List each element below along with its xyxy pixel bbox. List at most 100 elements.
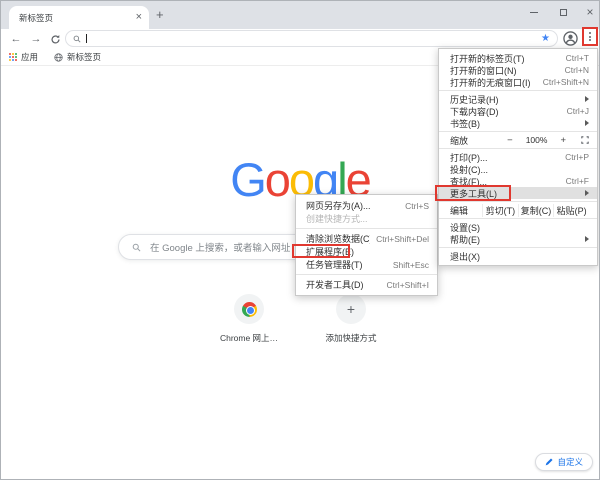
menu-item-label: 书签(B) <box>450 118 480 129</box>
shortcut-label: Chrome 网上… <box>219 333 279 343</box>
menu-item-shortcut: Ctrl+J <box>566 106 589 116</box>
submenu-arrow-icon <box>585 236 589 242</box>
menu-item-new-tab[interactable]: 打开新的标签页(T) Ctrl+T <box>439 52 597 64</box>
menu-item-label: 更多工具(L) <box>450 188 497 199</box>
submenu-arrow-icon <box>585 190 589 196</box>
menu-item-label: 网页另存为(A)... <box>306 201 371 211</box>
logo-letter: G <box>230 153 267 206</box>
forward-button[interactable]: → <box>29 32 43 46</box>
menu-separator <box>439 90 597 91</box>
menu-item-task-manager[interactable]: 任务管理器(T) Shift+Esc <box>296 258 437 271</box>
menu-item-new-incognito-window[interactable]: 打开新的无痕窗口(I) Ctrl+Shift+N <box>439 76 597 88</box>
copy-button[interactable]: 复制(C) <box>517 203 554 217</box>
browser-window: 新标签页 × + × ← → ★ 应用 新标签页 Google 在 Google… <box>0 0 600 480</box>
menu-item-label: 创建快捷方式... <box>306 214 368 224</box>
tab-new-tab-page[interactable]: 新标签页 × <box>9 6 149 29</box>
back-button[interactable]: ← <box>9 32 23 46</box>
edit-label: 编辑 <box>450 205 469 216</box>
paste-button[interactable]: 粘贴(P) <box>553 203 589 217</box>
minimize-button[interactable] <box>521 1 547 23</box>
apps-grid-icon <box>9 53 17 61</box>
menu-item-extensions[interactable]: 扩展程序(E) <box>292 244 437 258</box>
menu-item-edit[interactable]: 编辑 剪切(T) 复制(C) 粘贴(P) <box>439 203 597 217</box>
menu-item-print[interactable]: 打印(P)... Ctrl+P <box>439 151 597 163</box>
chrome-icon <box>241 301 257 317</box>
menu-item-shortcut: Ctrl+Shift+I <box>386 279 429 290</box>
menu-separator <box>296 274 437 275</box>
menu-item-history[interactable]: 历史记录(H) <box>439 93 597 105</box>
menu-item-shortcut: Ctrl+N <box>564 65 589 75</box>
menu-item-shortcut: Ctrl+Shift+N <box>542 77 589 87</box>
menu-item-shortcut: Ctrl+T <box>565 53 589 63</box>
avatar-icon <box>563 31 578 46</box>
menu-item-more-tools[interactable]: 更多工具(L) <box>435 185 597 201</box>
menu-item-label: 扩展程序(E) <box>306 247 354 257</box>
menu-item-label: 清除浏览数据(C)... <box>306 234 370 244</box>
maximize-button[interactable] <box>550 1 576 23</box>
menu-item-help[interactable]: 帮助(E) <box>439 233 597 245</box>
menu-item-label: 任务管理器(T) <box>306 260 363 270</box>
menu-item-developer-tools[interactable]: 开发者工具(D) Ctrl+Shift+I <box>296 278 437 291</box>
menu-separator <box>439 218 597 219</box>
menu-item-save-page-as[interactable]: 网页另存为(A)... Ctrl+S <box>296 199 437 212</box>
menu-item-zoom[interactable]: 缩放 − 100% + <box>439 134 597 146</box>
customize-button[interactable]: 自定义 <box>535 453 593 471</box>
menu-item-bookmarks[interactable]: 书签(B) <box>439 117 597 129</box>
cut-button[interactable]: 剪切(T) <box>482 203 518 217</box>
fullscreen-icon[interactable] <box>581 136 589 144</box>
submenu-arrow-icon <box>585 120 589 126</box>
tab-close-icon[interactable]: × <box>136 12 142 23</box>
pencil-icon <box>546 458 554 466</box>
menu-item-settings[interactable]: 设置(S) <box>439 221 597 233</box>
menu-separator <box>439 247 597 248</box>
menu-item-new-window[interactable]: 打开新的窗口(N) Ctrl+N <box>439 64 597 76</box>
menu-item-shortcut: Ctrl+S <box>405 200 429 211</box>
tab-strip: 新标签页 × + × <box>1 1 599 29</box>
shortcut-label: 添加快捷方式 <box>325 333 377 343</box>
bookmark-label: 新标签页 <box>67 52 102 62</box>
menu-item-clear-browsing-data[interactable]: 清除浏览数据(C)... Ctrl+Shift+Del <box>296 232 437 245</box>
submenu-arrow-icon <box>585 96 589 102</box>
menu-item-cast[interactable]: 投射(C)... <box>439 163 597 175</box>
add-shortcut-tile[interactable]: + 添加快捷方式 <box>313 294 389 344</box>
profile-avatar-button[interactable] <box>562 30 579 47</box>
menu-item-label: 退出(X) <box>450 251 480 262</box>
menu-separator <box>439 201 597 202</box>
menu-item-find[interactable]: 查找(F)... Ctrl+F <box>439 175 597 187</box>
logo-letter: o <box>264 153 291 206</box>
bookmark-new-tab-page[interactable]: 新标签页 <box>54 51 101 63</box>
toolbar: ← → ★ <box>1 29 599 49</box>
maximize-icon <box>559 8 567 16</box>
menu-item-create-shortcut[interactable]: 创建快捷方式... <box>296 212 437 225</box>
menu-item-shortcut: Ctrl+Shift+Del <box>376 233 429 244</box>
reload-icon <box>51 34 60 44</box>
zoom-out-button[interactable]: − <box>507 135 513 146</box>
menu-dots-icon <box>589 32 591 34</box>
browser-menu-button[interactable] <box>582 27 598 46</box>
bookmark-apps[interactable]: 应用 <box>9 51 38 63</box>
menu-separator <box>439 148 597 149</box>
bookmark-star-icon[interactable]: ★ <box>541 33 550 44</box>
reload-button[interactable] <box>48 32 62 46</box>
chrome-webstore-shortcut[interactable]: Chrome 网上… <box>211 294 287 344</box>
search-placeholder: 在 Google 上搜索，或者输入网址 <box>150 243 291 254</box>
menu-separator <box>439 131 597 132</box>
browser-menu: 打开新的标签页(T) Ctrl+T 打开新的窗口(N) Ctrl+N 打开新的无痕窗口(… <box>435 48 598 266</box>
tab-title: 新标签页 <box>19 12 54 23</box>
menu-item-label: 缩放 <box>450 135 469 146</box>
new-tab-button[interactable]: + <box>156 8 164 21</box>
window-close-button[interactable]: × <box>577 1 599 23</box>
search-icon <box>132 243 141 251</box>
minimize-icon <box>530 11 538 13</box>
address-bar[interactable]: ★ <box>65 30 558 47</box>
menu-item-exit[interactable]: 退出(X) <box>439 250 597 262</box>
text-cursor <box>86 34 87 43</box>
shortcut-tiles: Chrome 网上… + 添加快捷方式 <box>1 294 599 344</box>
menu-item-shortcut: Ctrl+F <box>565 176 589 186</box>
menu-item-downloads[interactable]: 下载内容(D) Ctrl+J <box>439 105 597 117</box>
zoom-in-button[interactable]: + <box>560 135 566 146</box>
menu-item-label: 开发者工具(D) <box>306 280 364 290</box>
menu-item-shortcut: Shift+Esc <box>392 259 429 270</box>
menu-item-label: 打开新的无痕窗口(I) <box>450 77 531 88</box>
menu-separator <box>296 228 437 229</box>
